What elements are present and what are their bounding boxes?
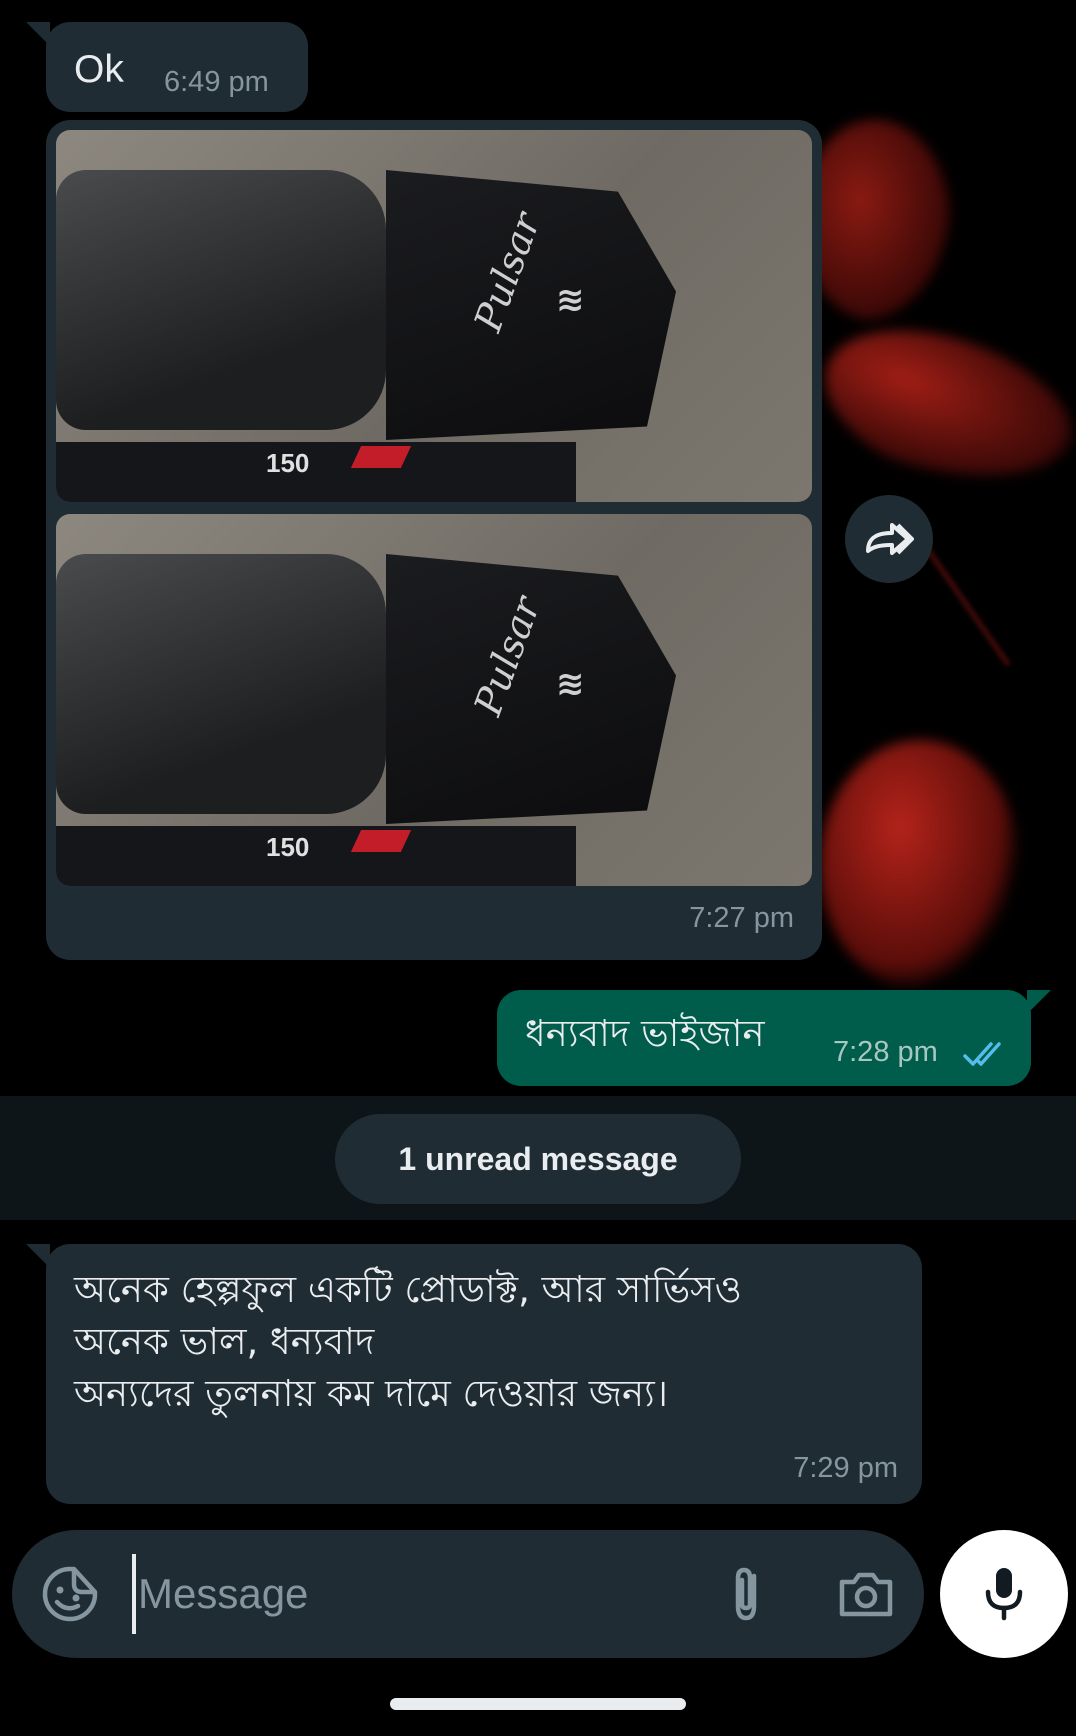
bajaj-logo-icon: ≋ (556, 280, 585, 320)
camera-icon (839, 1572, 893, 1617)
message-text: অনেক হেল্পফুল একটি প্রোডাক্ট, আর সার্ভিস… (74, 1264, 894, 1420)
message-text: Ok (74, 48, 124, 91)
home-indicator[interactable] (390, 1698, 686, 1710)
wallpaper-flower-3 (820, 740, 1020, 990)
outgoing-message[interactable]: ধন্যবাদ ভাইজান 7:28 pm (497, 990, 1051, 1086)
photo-thumbnail[interactable]: Pulsar ≋ 150 (56, 130, 812, 502)
message-text: ধন্যবাদ ভাইজান (525, 1012, 765, 1055)
message-composer (12, 1530, 924, 1658)
unread-message-badge: 1 unread message (335, 1114, 741, 1204)
message-input[interactable] (132, 1554, 702, 1634)
forward-icon (866, 523, 914, 555)
microphone-icon (985, 1568, 1023, 1621)
sticker-icon (42, 1566, 98, 1622)
message-line: অনেক হেল্পফুল একটি প্রোডাক্ট, আর সার্ভিস… (74, 1268, 742, 1311)
message-time: 7:27 pm (689, 902, 794, 934)
message-time: 7:29 pm (793, 1452, 898, 1484)
paperclip-icon (735, 1567, 757, 1621)
incoming-message[interactable]: অনেক হেল্পফুল একটি প্রোডাক্ট, আর সার্ভিস… (26, 1244, 922, 1504)
bajaj-logo-icon: ≋ (556, 664, 585, 704)
double-check-icon (963, 1042, 1001, 1066)
photo-thumbnail[interactable]: Pulsar ≋ 150 (56, 514, 812, 886)
wallpaper-flower-1 (800, 120, 950, 320)
emoji-button[interactable] (40, 1564, 100, 1624)
voice-message-button[interactable] (940, 1530, 1068, 1658)
photo-brand-text: Pulsar (465, 590, 549, 722)
message-time: 7:28 pm (833, 1036, 938, 1068)
photo-badge-text: 150 (266, 832, 310, 862)
incoming-message[interactable]: Ok 6:49 pm (26, 22, 308, 112)
camera-button[interactable] (834, 1562, 898, 1626)
message-line: অনেক ভাল, ধন্যবাদ (74, 1320, 375, 1363)
forward-button[interactable] (845, 495, 933, 583)
message-time: 6:49 pm (164, 66, 269, 98)
photo-badge-text: 150 (266, 448, 310, 478)
incoming-photo-message[interactable]: Pulsar ≋ 150 Pulsar ≋ 150 7:27 pm (46, 120, 822, 960)
message-line: অন্যদের তুলনায় কম দামে দেওয়ার জন্য। (74, 1372, 668, 1415)
wallpaper-flower-2 (803, 299, 1076, 521)
attach-button[interactable] (714, 1562, 778, 1626)
unread-divider: 1 unread message (0, 1096, 1076, 1220)
photo-brand-text: Pulsar (465, 206, 549, 338)
